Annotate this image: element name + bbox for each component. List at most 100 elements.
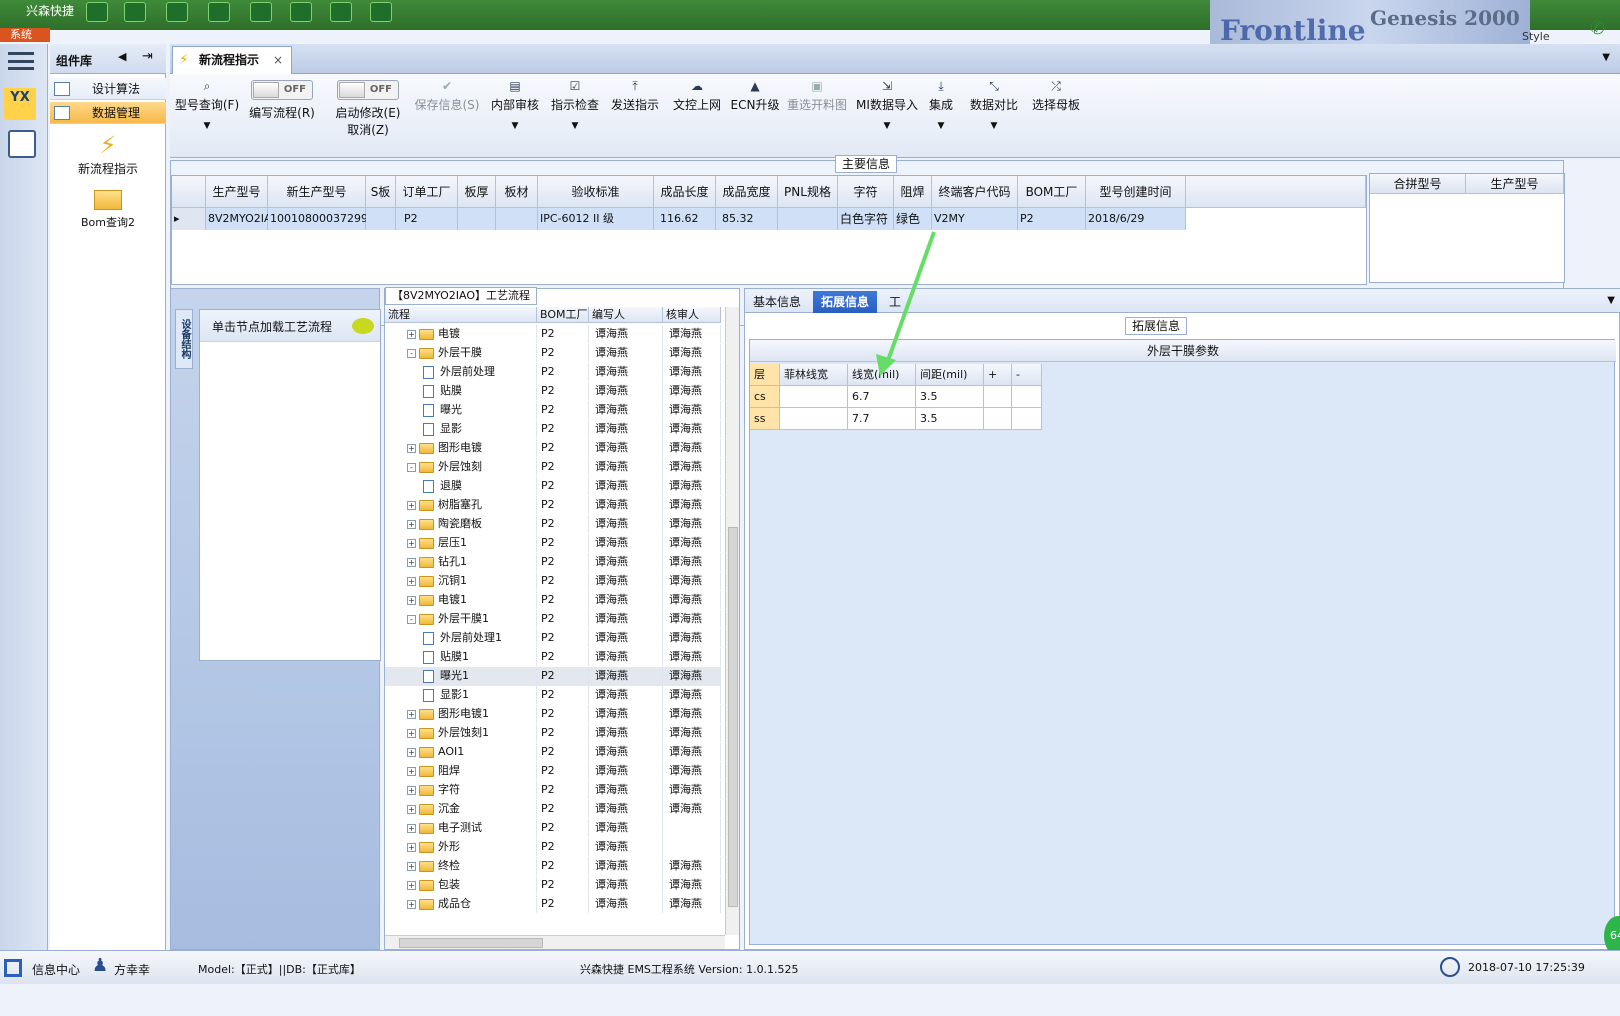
search-icon[interactable]: [86, 2, 108, 22]
flow-author[interactable]: 谭海燕: [589, 876, 663, 894]
flow-reviewer[interactable]: 谭海燕: [663, 629, 721, 647]
flow-reviewer[interactable]: 谭海燕: [663, 534, 721, 552]
flow-row[interactable]: + 陶瓷磨板 P2 谭海燕 谭海燕: [385, 515, 721, 534]
flow-step-name[interactable]: + 陶瓷磨板: [385, 515, 537, 533]
save-info-button[interactable]: ✔ 保存信息(S): [412, 80, 482, 113]
flow-row[interactable]: + 外层蚀刻1 P2 谭海燕 谭海燕: [385, 724, 721, 743]
flow-bom[interactable]: P2: [537, 382, 589, 400]
flow-reviewer[interactable]: 谭海燕: [663, 876, 721, 894]
expand-icon[interactable]: +: [407, 899, 416, 909]
flow-reviewer[interactable]: 谭海燕: [663, 458, 721, 476]
flow-row[interactable]: - 外层干膜 P2 谭海燕 谭海燕: [385, 344, 721, 363]
table-cell[interactable]: 85.32: [716, 208, 778, 230]
write-flow-toggle[interactable]: OFF 编写流程(R): [248, 80, 316, 121]
table-cell[interactable]: 2018/6/29: [1086, 208, 1186, 230]
table-cell[interactable]: 8V2MYO2IAO: [206, 208, 280, 230]
flow-author[interactable]: 谭海燕: [589, 363, 663, 381]
expand-icon[interactable]: +: [407, 766, 416, 776]
flow-step-name[interactable]: + 成品仓: [385, 895, 537, 913]
column-header[interactable]: S板: [366, 176, 396, 208]
ext-column-header[interactable]: 菲林线宽: [780, 364, 848, 386]
column-header[interactable]: 板厚: [458, 176, 496, 208]
export-icon[interactable]: [250, 2, 272, 22]
expand-icon[interactable]: +: [407, 728, 416, 738]
column-header[interactable]: BOM工厂: [1018, 176, 1086, 208]
flow-row[interactable]: 曝光 P2 谭海燕 谭海燕: [385, 401, 721, 420]
flow-bom[interactable]: P2: [537, 458, 589, 476]
flow-bom[interactable]: P2: [537, 610, 589, 628]
flow-bom[interactable]: P2: [537, 686, 589, 704]
flow-author[interactable]: 谭海燕: [589, 724, 663, 742]
user-icon[interactable]: [370, 2, 392, 22]
tab-basic-info[interactable]: 基本信息: [745, 291, 809, 313]
flow-row[interactable]: - 外层干膜1 P2 谭海燕 谭海燕: [385, 610, 721, 629]
table-cell[interactable]: [458, 208, 496, 230]
flow-row[interactable]: 曝光1 P2 谭海燕 谭海燕: [385, 667, 721, 686]
flow-author[interactable]: 谭海燕: [589, 667, 663, 685]
flow-reviewer[interactable]: 谭海燕: [663, 762, 721, 780]
flow-author[interactable]: 谭海燕: [589, 401, 663, 419]
flow-author[interactable]: 谭海燕: [589, 705, 663, 723]
flow-bom[interactable]: P2: [537, 496, 589, 514]
expand-icon[interactable]: +: [407, 785, 416, 795]
mi-import-button[interactable]: ⇲ MI数据导入 ▼: [856, 80, 918, 131]
table-cell[interactable]: [366, 208, 396, 230]
flow-bom[interactable]: P2: [537, 876, 589, 894]
cancel-edit-button[interactable]: 取消(Z): [347, 123, 389, 137]
flow-step-name[interactable]: + 外形: [385, 838, 537, 856]
flow-author[interactable]: 谭海燕: [589, 762, 663, 780]
flow-author[interactable]: 谭海燕: [589, 895, 663, 913]
column-header[interactable]: PNL规格: [778, 176, 838, 208]
flow-row[interactable]: 外层前处理 P2 谭海燕 谭海燕: [385, 363, 721, 382]
flow-step-name[interactable]: + 层压1: [385, 534, 537, 552]
scroll-thumb[interactable]: [399, 938, 543, 948]
flow-bom[interactable]: P2: [537, 363, 589, 381]
flow-author[interactable]: 谭海燕: [589, 439, 663, 457]
expand-icon[interactable]: +: [407, 595, 416, 605]
flow-bom[interactable]: P2: [537, 477, 589, 495]
flow-bom[interactable]: P2: [537, 534, 589, 552]
flow-reviewer[interactable]: 谭海燕: [663, 439, 721, 457]
ext-cell[interactable]: [780, 386, 848, 408]
flow-bom[interactable]: P2: [537, 895, 589, 913]
flow-author[interactable]: 谭海燕: [589, 819, 663, 837]
flow-row[interactable]: + 层压1 P2 谭海燕 谭海燕: [385, 534, 721, 553]
flow-row[interactable]: + 字符 P2 谭海燕 谭海燕: [385, 781, 721, 800]
flow-step-name[interactable]: + 外层蚀刻1: [385, 724, 537, 742]
flow-row[interactable]: + 电镀 P2 谭海燕 谭海燕: [385, 325, 721, 344]
flow-reviewer[interactable]: 谭海燕: [663, 496, 721, 514]
pin-icon[interactable]: ⇥: [142, 49, 153, 64]
flow-reviewer[interactable]: 谭海燕: [663, 420, 721, 438]
flow-step-name[interactable]: + 阻焊: [385, 762, 537, 780]
flow-step-name[interactable]: - 外层蚀刻: [385, 458, 537, 476]
ext-cell[interactable]: 7.7: [848, 408, 916, 430]
flow-bom[interactable]: P2: [537, 648, 589, 666]
column-header[interactable]: 生产型号: [206, 176, 268, 208]
table-cell[interactable]: 10010800037299: [268, 208, 368, 230]
expand-icon[interactable]: -: [407, 348, 416, 358]
column-header[interactable]: 流程: [385, 307, 537, 323]
dropdown-arrow-icon[interactable]: ▼: [488, 121, 542, 131]
flow-author[interactable]: 谭海燕: [589, 553, 663, 571]
flow-reviewer[interactable]: 谭海燕: [663, 800, 721, 818]
flow-author[interactable]: 谭海燕: [589, 838, 663, 856]
ext-cell[interactable]: [780, 408, 848, 430]
dropdown-arrow-icon[interactable]: ▼: [548, 121, 602, 131]
tab-extended-info[interactable]: 拓展信息: [813, 291, 878, 313]
table-cell[interactable]: P2: [396, 208, 458, 230]
ext-column-header[interactable]: 层: [750, 364, 780, 386]
flow-step-name[interactable]: + 电子测试: [385, 819, 537, 837]
ext-cell[interactable]: [1012, 386, 1042, 408]
flow-step-name[interactable]: + 钻孔1: [385, 553, 537, 571]
flow-row[interactable]: + 阻焊 P2 谭海燕 谭海燕: [385, 762, 721, 781]
flow-row[interactable]: + 图形电镀1 P2 谭海燕 谭海燕: [385, 705, 721, 724]
select-master-board-button[interactable]: ⤮ 选择母板: [1028, 80, 1084, 113]
flow-row[interactable]: 显影1 P2 谭海燕 谭海燕: [385, 686, 721, 705]
flow-step-name[interactable]: 外层前处理1: [385, 629, 537, 647]
flow-author[interactable]: 谭海燕: [589, 420, 663, 438]
system-tab[interactable]: 系统: [0, 28, 50, 42]
flow-step-name[interactable]: 退膜: [385, 477, 537, 495]
expand-icon[interactable]: +: [407, 557, 416, 567]
vertical-scrollbar[interactable]: [725, 307, 739, 935]
column-header[interactable]: 订单工厂: [396, 176, 458, 208]
